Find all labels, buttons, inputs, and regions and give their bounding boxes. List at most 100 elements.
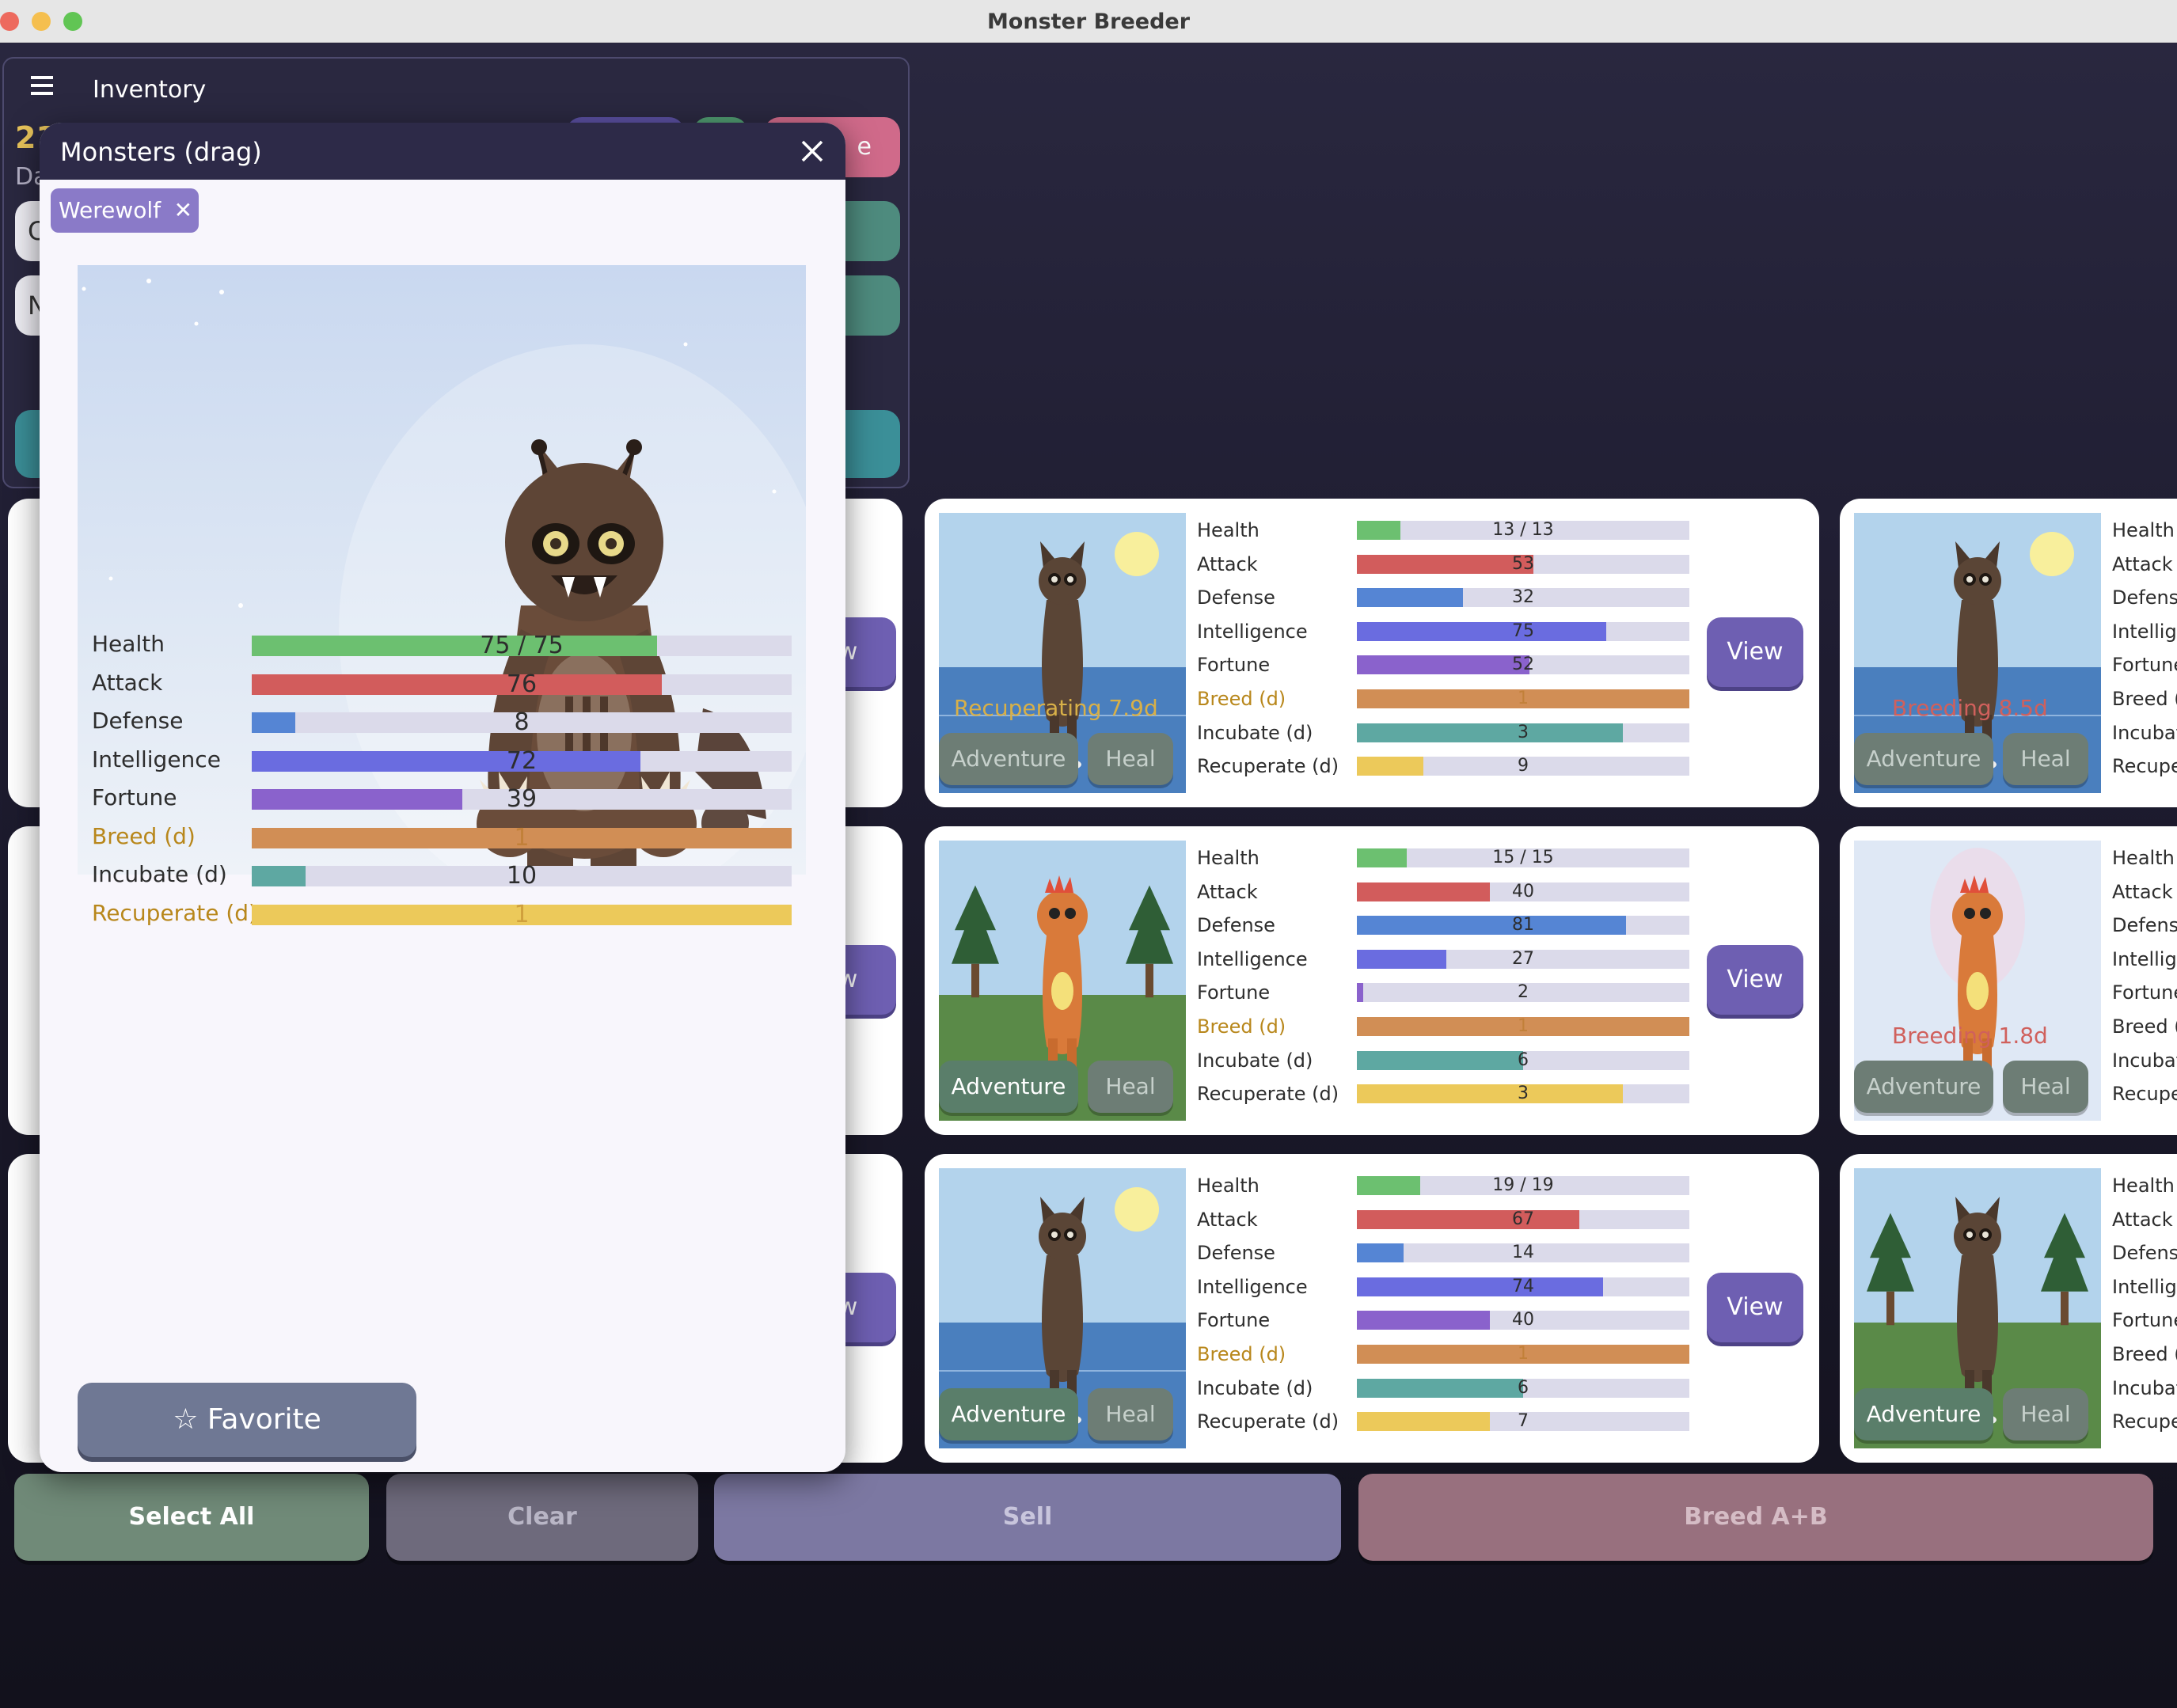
view-button[interactable]: View: [1707, 945, 1803, 1015]
modal-stat-value: 10: [506, 862, 538, 890]
adventure-button[interactable]: Adventure: [1854, 733, 1993, 785]
stat-bar: 52: [1357, 655, 1689, 675]
stat-bar: 53: [1357, 554, 1689, 574]
stat-label: Health: [2112, 519, 2175, 541]
hamburger-menu-icon[interactable]: [31, 76, 53, 95]
window-title: Monster Breeder: [986, 9, 1191, 34]
favorite-button[interactable]: ☆ Favorite: [78, 1383, 416, 1457]
modal-stat-bar: 1: [252, 901, 792, 928]
stat-label: Recupe: [2112, 1083, 2177, 1106]
modal-header[interactable]: Monsters (drag): [40, 123, 845, 180]
stat-label: Incubat: [2112, 1049, 2177, 1072]
sell-button[interactable]: Sell: [714, 1474, 1341, 1561]
heal-button[interactable]: Heal: [1088, 1061, 1173, 1113]
stat-label: Defens: [2112, 1242, 2177, 1265]
heal-button[interactable]: Heal: [2003, 733, 2088, 785]
stat-label: Fortune: [1197, 981, 1271, 1004]
modal-stat-label: Breed (d): [92, 823, 196, 849]
modal-stat-label: Recuperate (d): [92, 900, 257, 926]
monster-card[interactable]: Breeding 1.8d Adventure Heal Health Attack De…: [1840, 826, 2177, 1135]
stat-label: Breed (: [2112, 688, 2177, 710]
modal-stat-value: 76: [506, 670, 538, 698]
monster-card[interactable]: Recuperating 7.9d Adventure Heal Health 13 …: [925, 499, 1819, 807]
stat-value: 1: [1518, 689, 1529, 708]
adventure-button[interactable]: Adventure: [939, 1061, 1078, 1113]
stat-label: Intelligence: [1197, 1275, 1308, 1298]
stat-label: Health: [2112, 1175, 2175, 1197]
monster-card[interactable]: Adventure Heal Health 15 / 15 Attack 40 De…: [925, 826, 1819, 1135]
adventure-button[interactable]: Adventure: [1854, 1061, 1993, 1113]
stat-bar: 6: [1357, 1049, 1689, 1070]
heal-button[interactable]: Heal: [2003, 1388, 2088, 1440]
monster-card[interactable]: Adventure Heal Health 19 / 19 Attack 67 De…: [925, 1154, 1819, 1463]
stat-value: 67: [1512, 1209, 1534, 1229]
stat-bar: 67: [1357, 1209, 1689, 1229]
monster-detail-modal: Monsters (drag) Werewolf ✕ Health 75 / 7…: [40, 123, 845, 1472]
stat-bar: 3: [1357, 1084, 1689, 1104]
stat-bar: 19 / 19: [1357, 1176, 1689, 1195]
stat-bar: 40: [1357, 882, 1689, 901]
heal-button[interactable]: Heal: [2003, 1061, 2088, 1113]
stat-value: 2: [1518, 982, 1529, 1003]
stat-value: 27: [1512, 948, 1534, 969]
stat-bar: 40: [1357, 1311, 1689, 1330]
stat-label: Recuperate (d): [1197, 1083, 1339, 1106]
stat-bar: 15 / 15: [1357, 848, 1689, 867]
stat-label: Recuperate (d): [1197, 1410, 1339, 1433]
stat-value: 19 / 19: [1492, 1175, 1554, 1195]
stat-value: 13 / 13: [1492, 520, 1554, 540]
monster-status: Recuperating 7.9d: [954, 695, 1158, 721]
stat-label: Attack: [1197, 880, 1258, 903]
breed-button[interactable]: Breed A+B: [1358, 1474, 2153, 1561]
stat-bar: 75: [1357, 621, 1689, 641]
stat-label: Fortune: [1197, 1309, 1271, 1332]
adventure-button[interactable]: Adventure: [939, 733, 1078, 785]
stat-label: Intellige: [2112, 620, 2177, 643]
adventure-button[interactable]: Adventure: [939, 1388, 1078, 1440]
stat-label: Incubat: [2112, 721, 2177, 744]
stat-value: 3: [1518, 722, 1529, 742]
stat-value: 14: [1512, 1243, 1534, 1263]
monster-card[interactable]: AdventureHeal Health Attack Defens Intellige…: [1840, 1154, 2177, 1463]
stat-value: 6: [1518, 1049, 1529, 1070]
modal-stat-label: Health: [92, 631, 165, 657]
heal-button[interactable]: Heal: [1088, 733, 1173, 785]
close-icon[interactable]: [796, 135, 828, 167]
clear-button[interactable]: Clear: [386, 1474, 698, 1561]
stat-label: Defens: [2112, 914, 2177, 937]
modal-title: Monsters (drag): [60, 137, 262, 167]
modal-stat-value: 39: [506, 785, 538, 813]
view-button[interactable]: View: [1707, 1273, 1803, 1342]
stat-label: Incubate (d): [1197, 721, 1313, 744]
monster-chip[interactable]: Werewolf ✕: [51, 188, 199, 233]
monster-card[interactable]: Breeding 8.5d Adventure Heal Health Attack De…: [1840, 499, 2177, 807]
stat-label: Breed (d): [1197, 688, 1286, 710]
stat-value: 32: [1512, 587, 1534, 608]
window-titlebar: Monster Breeder: [0, 0, 2177, 43]
stat-label: Incubate (d): [1197, 1376, 1313, 1399]
modal-stat-value: 1: [514, 901, 530, 928]
monster-status: Breeding 1.8d: [1892, 1023, 2048, 1049]
stat-label: Attack: [2112, 552, 2173, 575]
stat-value: 52: [1512, 655, 1534, 675]
stat-label: Breed (d: [2112, 1015, 2177, 1038]
view-button[interactable]: View: [1707, 617, 1803, 687]
stat-label: Recupe: [2112, 1410, 2177, 1433]
stat-value: 1: [1518, 1344, 1529, 1364]
stat-bar: 7: [1357, 1412, 1689, 1432]
stat-label: Health: [1197, 519, 1259, 541]
stat-label: Fortune: [2112, 654, 2177, 677]
select-all-button[interactable]: Select All: [14, 1474, 369, 1561]
adventure-button[interactable]: Adventure: [1854, 1388, 1993, 1440]
stat-bar: 1: [1357, 1017, 1689, 1036]
stat-label: Attack: [1197, 1208, 1258, 1231]
stat-label: Health: [1197, 847, 1259, 869]
modal-stat-value: 75 / 75: [480, 632, 564, 659]
stat-value: 15 / 15: [1492, 848, 1554, 867]
modal-stat-label: Incubate (d): [92, 861, 227, 887]
stat-value: 74: [1512, 1276, 1534, 1296]
stat-value: 3: [1518, 1084, 1529, 1104]
chip-remove-icon[interactable]: ✕: [174, 188, 192, 233]
heal-button[interactable]: Heal: [1088, 1388, 1173, 1440]
stat-bar: 3: [1357, 723, 1689, 742]
